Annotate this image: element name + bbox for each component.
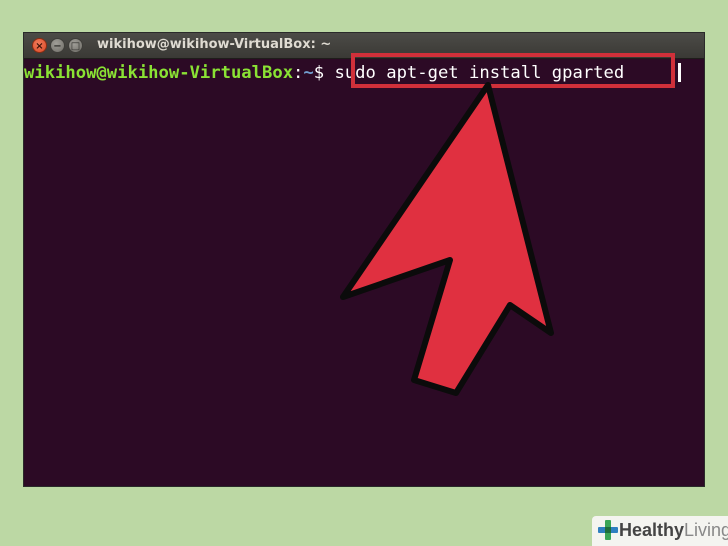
watermark-text: HealthyLiving (619, 520, 728, 540)
arrow-shape (340, 82, 554, 396)
watermark: HealthyLiving (592, 516, 728, 546)
plus-cross-icon (598, 520, 618, 540)
big-red-arrow-icon (340, 82, 554, 396)
